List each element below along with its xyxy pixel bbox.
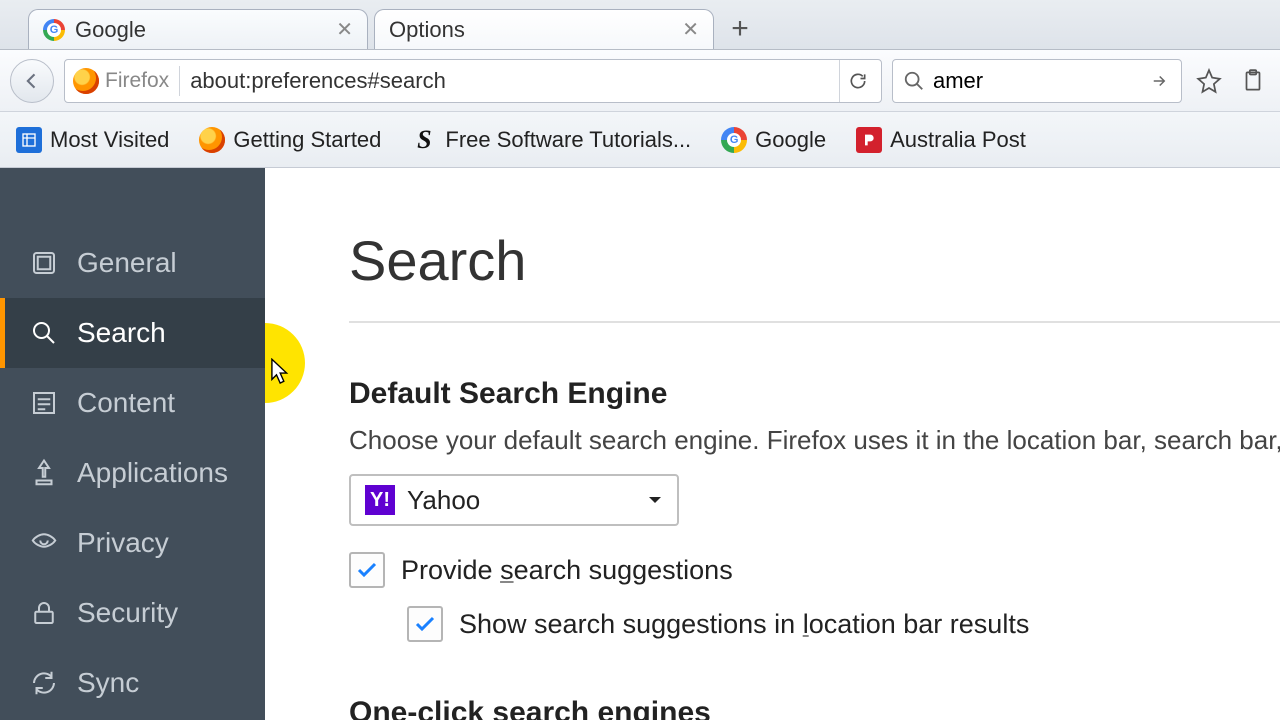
identity-label: Firefox xyxy=(105,69,169,93)
sidebar-item-privacy[interactable]: Privacy xyxy=(0,508,265,578)
clipboard-icon[interactable] xyxy=(1236,64,1270,98)
lock-icon xyxy=(29,598,59,628)
sidebar-item-content[interactable]: Content xyxy=(0,368,265,438)
bookmark-label: Getting Started xyxy=(233,127,381,153)
preferences-content: Search Default Search Engine Choose your… xyxy=(265,168,1280,720)
checkbox-label: Show search suggestions in location bar … xyxy=(459,609,1029,640)
bookmark-label: Most Visited xyxy=(50,127,169,153)
new-tab-button[interactable]: + xyxy=(720,9,760,49)
sidebar-item-sync[interactable]: Sync xyxy=(0,648,265,718)
firefox-icon xyxy=(73,68,99,94)
sidebar-item-label: Applications xyxy=(77,457,228,489)
close-icon[interactable]: ✕ xyxy=(336,17,353,42)
sidebar-item-label: General xyxy=(77,247,177,279)
sidebar-item-label: Search xyxy=(77,317,166,349)
default-search-engine-heading: Default Search Engine xyxy=(349,377,1280,411)
search-value: amer xyxy=(933,68,1147,94)
checkbox-row-suggestions: Provide search suggestions xyxy=(349,552,1280,588)
tab-google[interactable]: Google ✕ xyxy=(28,9,368,49)
sidebar-item-applications[interactable]: Applications xyxy=(0,438,265,508)
sync-icon xyxy=(29,668,59,698)
applications-icon xyxy=(29,458,59,488)
tab-label: Options xyxy=(389,17,674,43)
google-favicon-icon xyxy=(721,127,747,153)
sidebar-item-search[interactable]: Search xyxy=(0,298,265,368)
identity-box[interactable]: Firefox xyxy=(71,66,180,96)
site-s-icon: S xyxy=(411,127,437,153)
checkbox-suggestions[interactable] xyxy=(349,552,385,588)
sidebar-item-label: Content xyxy=(77,387,175,419)
close-icon[interactable]: ✕ xyxy=(682,17,699,42)
checkbox-row-locationbar: Show search suggestions in location bar … xyxy=(407,606,1280,642)
reload-button[interactable] xyxy=(839,60,875,102)
default-search-engine-desc: Choose your default search engine. Firef… xyxy=(349,425,1280,456)
default-engine-dropdown[interactable]: Y! Yahoo xyxy=(349,474,679,526)
nav-toolbar: Firefox about:preferences#search amer xyxy=(0,50,1280,112)
sidebar-item-label: Security xyxy=(77,597,178,629)
bookmark-label: Australia Post xyxy=(890,127,1026,153)
bookmarks-toolbar: Most Visited Getting Started S Free Soft… xyxy=(0,112,1280,168)
bookmark-most-visited[interactable]: Most Visited xyxy=(6,123,179,157)
bookmark-label: Google xyxy=(755,127,826,153)
privacy-icon xyxy=(29,528,59,558)
firefox-icon xyxy=(199,127,225,153)
bookmark-star-button[interactable] xyxy=(1192,64,1226,98)
content-icon xyxy=(29,388,59,418)
sidebar-item-label: Privacy xyxy=(77,527,169,559)
url-text: about:preferences#search xyxy=(190,68,839,94)
back-button[interactable] xyxy=(10,59,54,103)
search-icon xyxy=(903,70,925,92)
tab-label: Google xyxy=(75,17,328,43)
most-visited-icon xyxy=(16,127,42,153)
sidebar-item-security[interactable]: Security xyxy=(0,578,265,648)
sidebar-item-label: Sync xyxy=(77,667,139,699)
search-go-button[interactable] xyxy=(1147,72,1171,90)
main-area: General Search Content Applications Priv… xyxy=(0,168,1280,720)
url-bar[interactable]: Firefox about:preferences#search xyxy=(64,59,882,103)
bookmark-google[interactable]: Google xyxy=(711,123,836,157)
one-click-heading: One-click search engines xyxy=(349,696,1280,720)
search-bar[interactable]: amer xyxy=(892,59,1182,103)
yahoo-icon: Y! xyxy=(365,485,395,515)
tab-strip: Google ✕ Options ✕ + xyxy=(0,0,1280,50)
sidebar-item-general[interactable]: General xyxy=(0,228,265,298)
mouse-cursor-icon xyxy=(271,358,293,388)
bookmark-australia-post[interactable]: Australia Post xyxy=(846,123,1036,157)
preferences-sidebar: General Search Content Applications Priv… xyxy=(0,168,265,720)
dropdown-value: Yahoo xyxy=(407,485,635,516)
bookmark-getting-started[interactable]: Getting Started xyxy=(189,123,391,157)
general-icon xyxy=(29,248,59,278)
tab-options[interactable]: Options ✕ xyxy=(374,9,714,49)
australia-post-icon xyxy=(856,127,882,153)
page-title: Search xyxy=(349,228,1280,323)
checkbox-label: Provide search suggestions xyxy=(401,555,733,586)
search-icon xyxy=(29,318,59,348)
bookmark-label: Free Software Tutorials... xyxy=(445,127,691,153)
google-favicon-icon xyxy=(43,19,65,41)
chevron-down-icon xyxy=(647,492,663,508)
checkbox-locationbar[interactable] xyxy=(407,606,443,642)
bookmark-free-software-tutorials[interactable]: S Free Software Tutorials... xyxy=(401,123,701,157)
